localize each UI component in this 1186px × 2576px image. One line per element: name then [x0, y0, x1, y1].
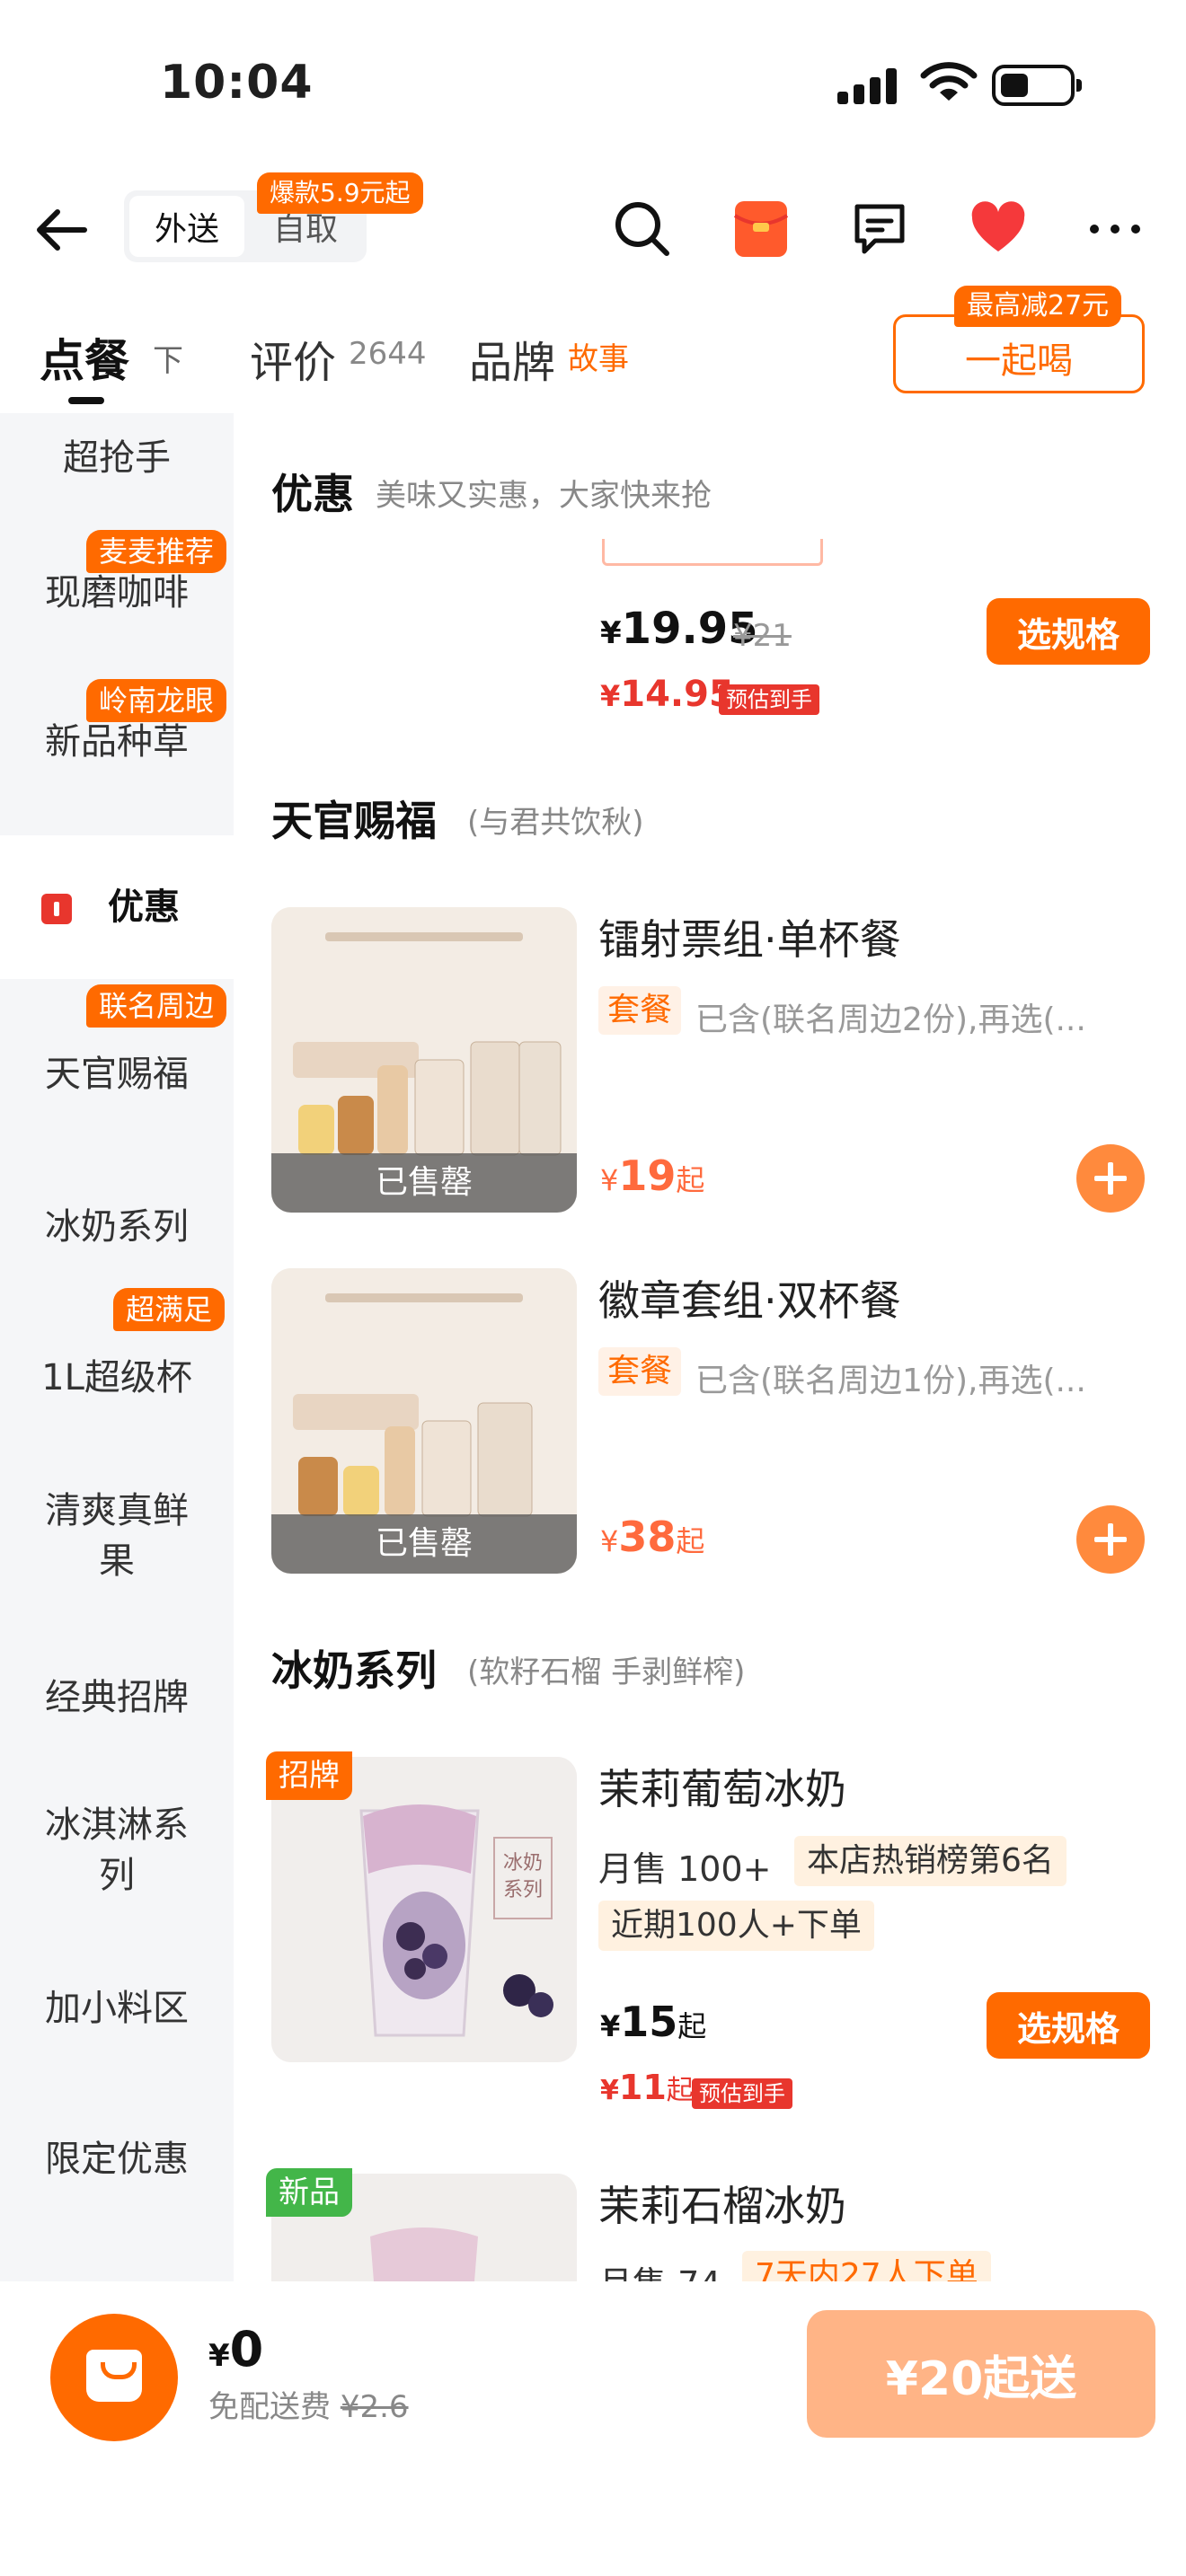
sold-out-label: 已售罄 — [271, 1153, 577, 1213]
delivery-fee: 免配送费 ¥2.6 — [208, 2389, 409, 2425]
add-to-cart-button[interactable] — [1076, 1505, 1145, 1574]
section-subtitle-tianguan: (与君共饮秋) — [467, 805, 644, 841]
product-name[interactable]: 茉莉石榴冰奶 — [598, 2174, 846, 2233]
message-icon[interactable] — [848, 198, 911, 260]
recent-orders-tag: 近期100人+下单 — [598, 1901, 874, 1951]
sidebar-item-classic[interactable]: 经典招牌 — [0, 1644, 234, 1751]
cart-total: ¥0 — [208, 2321, 264, 2378]
sidebar-item-tianguan[interactable]: 天官赐福 — [0, 1020, 234, 1128]
product-price: ¥15起 — [600, 1998, 707, 2046]
tab-brand-story[interactable]: 故事 — [568, 334, 629, 378]
monthly-sales: 月售 74 — [598, 2256, 721, 2281]
section-title-tianguan: 天官赐福 — [271, 797, 437, 845]
sidebar-item-limited[interactable]: 限定优惠 — [0, 2105, 234, 2213]
more-icon[interactable] — [1084, 198, 1146, 260]
mode-delivery-tab[interactable]: 外送 — [129, 196, 244, 257]
sidebar-badge: 超满足 — [113, 1288, 226, 1331]
back-arrow-icon[interactable] — [32, 201, 90, 259]
combo-description: 已含(联名周边2份),再选(... — [695, 1001, 1086, 1038]
cellular-signal-icon — [837, 68, 900, 104]
sold-out-label: 已售罄 — [271, 1514, 577, 1574]
tab-order-collapse-icon[interactable]: 下 — [153, 336, 183, 380]
search-icon[interactable] — [611, 198, 674, 260]
shopping-bag-icon — [86, 2350, 142, 2402]
status-time: 10:04 — [160, 56, 314, 110]
product-image-label: 冰奶系列 — [502, 1852, 543, 1901]
section-title-discount: 优惠 — [271, 470, 354, 518]
product-price: ¥38起 — [600, 1513, 705, 1561]
combo-tag: 套餐 — [598, 1347, 682, 1396]
review-count: 2644 — [349, 336, 427, 372]
section-subtitle-iced-milk: (软籽石榴 手剥鲜榨) — [467, 1654, 746, 1690]
tab-active-indicator — [68, 397, 104, 404]
estimated-price-tag: 预估到手 — [692, 2078, 792, 2109]
sidebar-badge: 岭南龙眼 — [86, 679, 227, 722]
pickup-promo-badge: 爆款5.9元起 — [257, 172, 423, 214]
product-image[interactable]: 冰奶系列 — [271, 1757, 577, 2062]
group-order-badge: 最高减27元 — [954, 286, 1122, 327]
choose-spec-button[interactable]: 选规格 — [987, 598, 1150, 665]
monthly-sales: 月售 100+ — [598, 1849, 772, 1889]
tab-brand[interactable]: 品牌 — [469, 327, 555, 390]
product-image[interactable]: 已售罄 — [271, 907, 577, 1213]
sidebar-item-iced-milk[interactable]: 冰奶系列 — [0, 1173, 234, 1281]
product-name[interactable]: 镭射票组·单杯餐 — [598, 907, 901, 966]
red-envelope-icon[interactable] — [730, 198, 792, 260]
sidebar-item-hot[interactable]: 超抢手 — [0, 413, 234, 503]
rank-tag: 本店热销榜第6名 — [794, 1836, 1067, 1886]
top-nav-bar: 外送 自取 爆款5.9元起 — [0, 162, 1186, 296]
product-price: ¥19起 — [600, 1151, 705, 1200]
product-name[interactable]: 徽章套组·双杯餐 — [598, 1268, 901, 1328]
cart-button[interactable] — [50, 2314, 178, 2441]
sidebar-item-discount[interactable]: 优惠 — [0, 835, 234, 979]
cart-bar: ¥0 免配送费 ¥2.6 ¥20起送 — [0, 2281, 1186, 2576]
sidebar-item-ice-cream[interactable]: 冰淇淋系列 — [0, 1787, 234, 1913]
discount-final-price: ¥14.95 — [600, 674, 734, 715]
category-sidebar: 超抢手 现磨咖啡 麦麦推荐 新品种草 岭南龙眼 优惠 天官赐福 联名周边 冰奶系… — [0, 413, 234, 2281]
sidebar-item-1l-cup[interactable]: 1L超级杯 — [0, 1324, 234, 1432]
section-title-iced-milk: 冰奶系列 — [271, 1646, 437, 1695]
new-product-tag: 新品 — [266, 2168, 352, 2217]
combo-tag: 套餐 — [598, 986, 682, 1035]
add-to-cart-button[interactable] — [1076, 1144, 1145, 1213]
discount-category-icon — [41, 894, 72, 924]
clipped-meta-row: 月售 74 7天内27人下单 — [593, 2245, 1186, 2281]
product-final-price: ¥11起 — [600, 2068, 694, 2107]
clipped-tag — [602, 539, 823, 566]
choose-spec-button[interactable]: 选规格 — [987, 1992, 1150, 2059]
favorite-heart-icon[interactable] — [967, 198, 1030, 260]
recent-orders-tag: 7天内27人下单 — [742, 2251, 991, 2281]
tab-order[interactable]: 点餐 — [40, 325, 129, 390]
checkout-button[interactable]: ¥20起送 — [807, 2310, 1155, 2438]
wifi-icon — [920, 62, 978, 101]
product-name[interactable]: 茉莉葡萄冰奶 — [598, 1757, 846, 1816]
product-image[interactable]: 已售罄 — [271, 1268, 577, 1574]
combo-description: 已含(联名周边1份),再选(... — [695, 1363, 1086, 1399]
status-bar: 10:04 — [0, 0, 1186, 162]
battery-icon — [992, 65, 1082, 106]
sidebar-item-toppings[interactable]: 加小料区 — [0, 1954, 234, 2062]
signature-tag: 招牌 — [266, 1751, 352, 1800]
estimated-price-tag: 预估到手 — [719, 684, 819, 715]
section-subtitle-discount: 美味又实惠，大家快来抢 — [376, 478, 712, 514]
sidebar-badge: 麦麦推荐 — [86, 530, 227, 573]
shop-tabs: 点餐 下 评价 2644 品牌 故事 一起喝 最高减27元 — [0, 286, 1186, 413]
sidebar-item-fresh-fruit[interactable]: 清爽真鲜果 — [0, 1473, 234, 1599]
discount-original-price: ¥21 — [733, 618, 792, 654]
tab-review[interactable]: 评价 — [250, 327, 336, 390]
sidebar-badge: 联名周边 — [86, 984, 227, 1028]
iced-milk-illustration — [271, 1757, 577, 2062]
